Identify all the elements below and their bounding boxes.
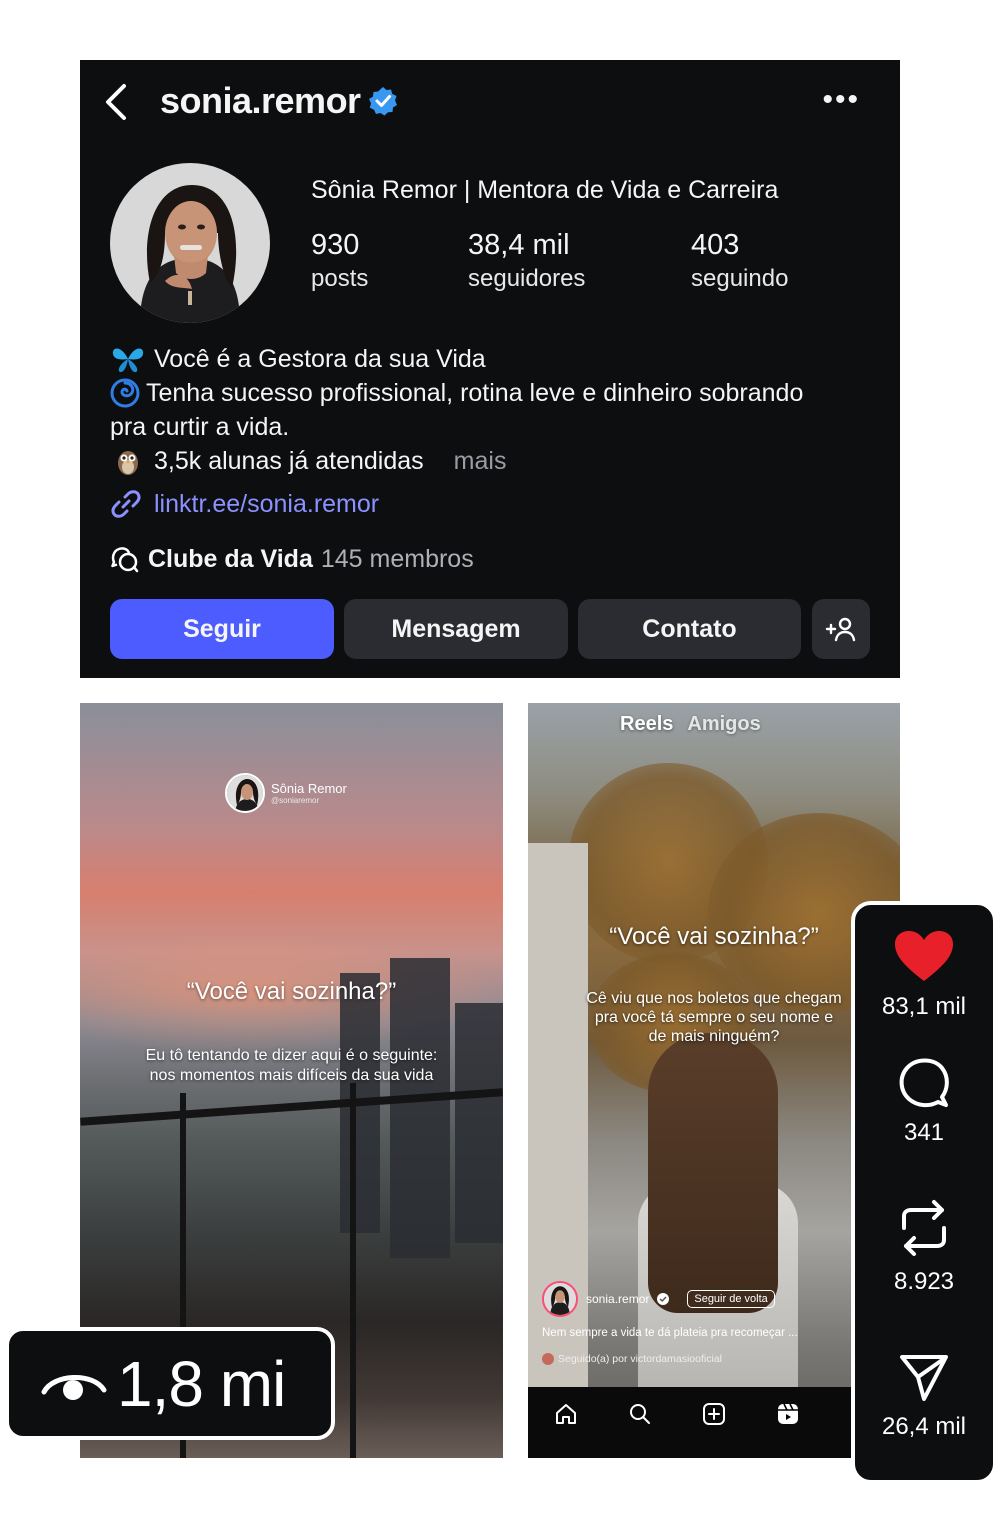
avatar[interactable] (542, 1281, 578, 1317)
followed-by-text: Seguido(a) por victordamasiooficial (558, 1353, 722, 1365)
tab-reels[interactable]: Reels (620, 713, 673, 736)
reel1-brand-name: Sônia Remor (271, 781, 347, 796)
verified-badge-icon (368, 87, 397, 116)
tab-friends[interactable]: Amigos (687, 713, 760, 736)
comment-icon (899, 1058, 949, 1108)
reel2-followed-by: Seguido(a) por victordamasiooficial (542, 1353, 722, 1365)
reel1-subtext: Eu tô tentando te dizer aqui é o seguint… (145, 1047, 438, 1084)
reposts-count: 8.923 (893, 1268, 955, 1295)
avatar-photo (110, 163, 270, 323)
repost-icon (902, 1200, 946, 1256)
heart-icon (895, 931, 953, 981)
balcony-post (350, 1083, 356, 1458)
stat-followers-value: 38,4 mil (468, 229, 570, 261)
bio-line: pra curtir a vida. (110, 410, 880, 444)
owl-icon (118, 451, 138, 475)
like-action[interactable]: 83,1 mil (855, 929, 993, 1021)
reel1-brand: Sônia Remor @soniaremor (225, 773, 347, 813)
comment-action[interactable]: 341 (855, 1057, 993, 1147)
comments-count: 341 (903, 1119, 945, 1146)
woman-hair (648, 1033, 778, 1313)
avatar (225, 773, 265, 813)
engagement-sidebar: 83,1 mil 341 8.923 26,4 mil (851, 901, 997, 1484)
more-options-icon[interactable]: ••• (822, 85, 860, 115)
likes-count: 83,1 mil (881, 993, 967, 1020)
stat-posts-value: 930 (311, 229, 360, 261)
stat-following-value: 403 (691, 229, 740, 261)
contact-button[interactable]: Contato (578, 599, 801, 659)
search-icon[interactable] (627, 1401, 653, 1427)
username-text: sonia.remor (160, 80, 361, 121)
avatar (542, 1353, 554, 1365)
verified-badge-icon (657, 1293, 670, 1305)
home-icon[interactable] (553, 1401, 579, 1427)
views-badge: 1,8 mi (5, 1327, 335, 1440)
back-arrow-icon[interactable] (102, 82, 132, 122)
shares-count: 26,4 mil (881, 1413, 967, 1440)
repost-action[interactable]: 8.923 (855, 1198, 993, 1296)
butterfly-icon (112, 348, 144, 373)
reel1-brand-handle: @soniaremor (271, 796, 320, 805)
reel1-quote: “Você vai sozinha?” (186, 978, 397, 1005)
follow-button[interactable]: Seguir (110, 599, 334, 659)
channel-name: Clube da Vida (148, 544, 313, 573)
bio-more-link[interactable]: mais (454, 444, 507, 478)
stat-following-label: seguindo (691, 265, 789, 292)
stat-followers-label: seguidores (468, 265, 586, 292)
reel-preview-2[interactable]: Reels Amigos “Você vai sozinha?” Cê viu … (528, 703, 900, 1458)
add-user-icon (825, 617, 856, 642)
bottom-nav (528, 1387, 900, 1458)
chat-bubbles-icon (111, 547, 139, 573)
bio-line: Você é a Gestora da sua Vida (110, 342, 880, 376)
building-silhouette (455, 1003, 503, 1243)
bio-line: Tenha sucesso profissional, rotina leve … (110, 376, 880, 410)
share-action[interactable]: 26,4 mil (855, 1353, 993, 1441)
bio-line-2: Tenha sucesso profissional, rotina leve … (146, 379, 804, 407)
bio-line: 3,5k alunas já atendidas mais (110, 444, 880, 478)
stat-followers[interactable]: 38,4 mil seguidores (468, 228, 585, 296)
channel-members: 145 membros (320, 544, 474, 573)
views-count: 1,8 mi (117, 1347, 286, 1420)
profile-bio: Você é a Gestora da sua Vida Tenha suces… (110, 342, 880, 478)
stat-following[interactable]: 403 seguindo (691, 228, 788, 296)
message-button[interactable]: Mensagem (344, 599, 568, 659)
add-user-button[interactable] (812, 599, 870, 659)
stat-posts-label: posts (311, 265, 369, 292)
reel2-caption: Nem sempre a vida te dá plateia pra reco… (542, 1327, 798, 1339)
broadcast-channel[interactable]: Clube da Vida 145 membros (110, 544, 474, 574)
eye-icon (41, 1374, 107, 1400)
reel2-quote: “Você vai sozinha?” (609, 923, 819, 950)
reel2-owner: sonia.remor Seguir de volta (542, 1281, 775, 1317)
reel2-subtext: Cê viu que nos boletos que chegam pra vo… (586, 990, 842, 1045)
reels-icon[interactable] (775, 1401, 801, 1427)
profile-username: sonia.remor (160, 80, 399, 122)
create-icon[interactable] (701, 1401, 727, 1427)
bio-line-3: pra curtir a vida. (110, 413, 290, 441)
reel2-owner-name[interactable]: sonia.remor (586, 1292, 649, 1306)
reels-tabs: Reels Amigos (620, 713, 761, 736)
bio-line-1: Você é a Gestora da sua Vida (154, 345, 486, 373)
profile-avatar[interactable] (110, 163, 270, 323)
profile-header: sonia.remor ••• Sônia Remor | Mentora de… (80, 60, 900, 678)
send-icon (900, 1355, 948, 1401)
link-icon (111, 490, 141, 518)
profile-link[interactable]: linktr.ee/sonia.remor (110, 488, 379, 520)
cyclone-icon (110, 378, 140, 408)
follow-back-button[interactable]: Seguir de volta (687, 1290, 775, 1308)
link-text: linktr.ee/sonia.remor (154, 489, 380, 518)
display-name: Sônia Remor | Mentora de Vida e Carreira (311, 176, 779, 204)
bio-line-4: 3,5k alunas já atendidas (154, 447, 424, 475)
stat-posts[interactable]: 930 posts (311, 228, 368, 296)
